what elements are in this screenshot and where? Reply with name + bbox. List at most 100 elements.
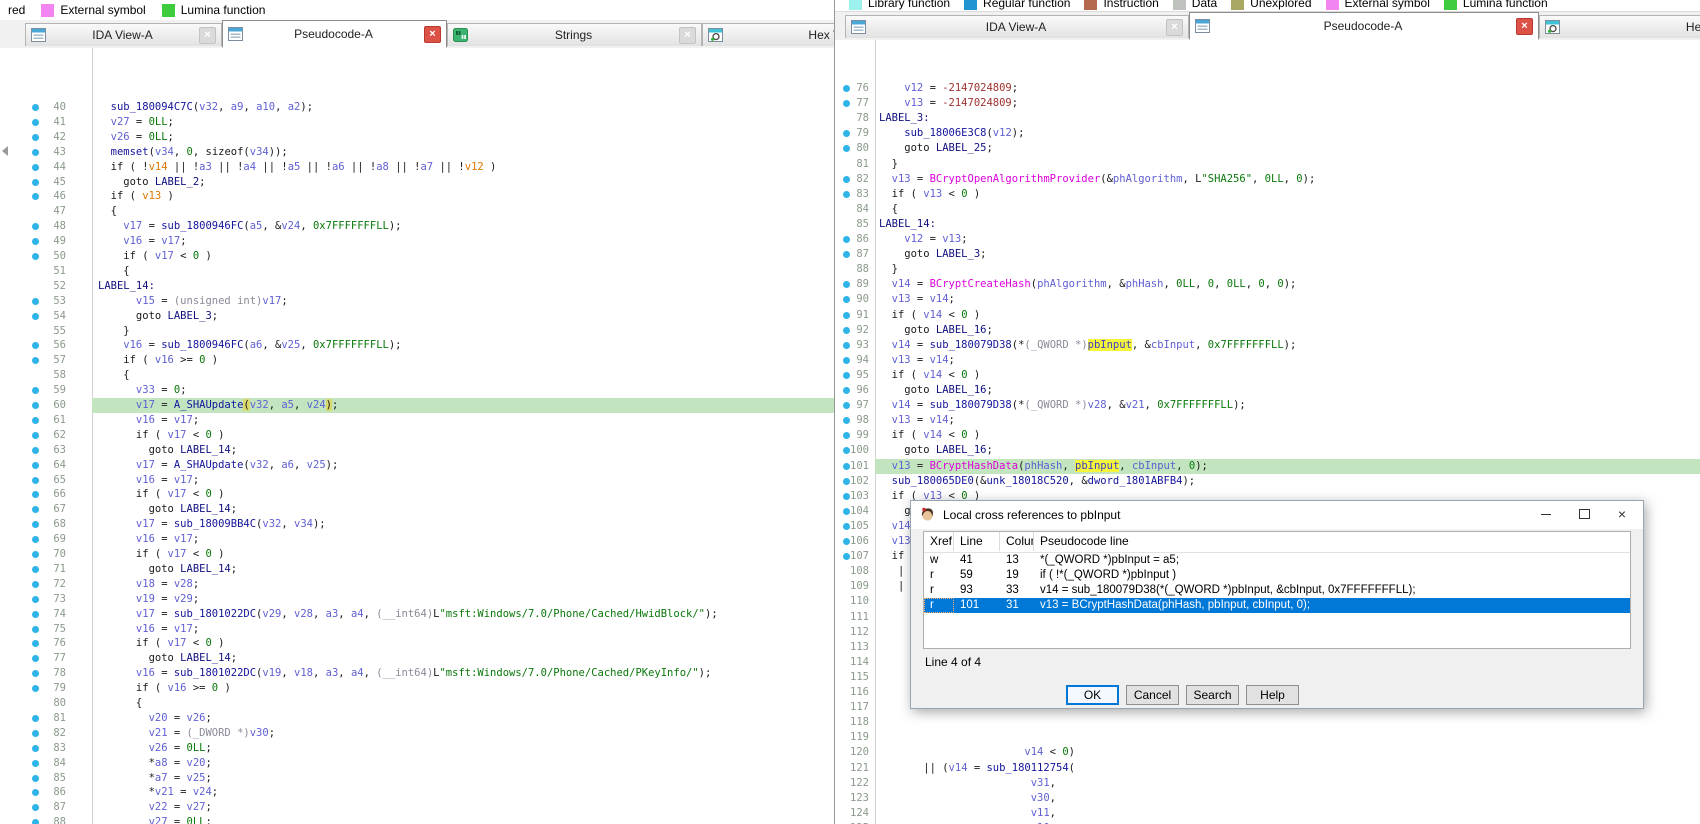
tab-strings[interactable]: Strings×: [447, 23, 702, 46]
code-line[interactable]: 79sub_18006E3C8(v12);: [835, 126, 1700, 141]
code-line[interactable]: 75v16 = v17;: [22, 622, 834, 637]
code-line[interactable]: 68v17 = sub_18009BB4C(v32, v34);: [22, 517, 834, 532]
tab-ida-view-a[interactable]: IDA View-A×: [25, 23, 222, 46]
code-line[interactable]: 61v16 = v17;: [22, 413, 834, 428]
code-line[interactable]: 90v13 = v14;: [835, 292, 1700, 307]
code-line[interactable]: 87goto LABEL_3;: [835, 247, 1700, 262]
dock-splitter[interactable]: [0, 48, 23, 824]
code-line[interactable]: 43memset(v34, 0, sizeof(v34));: [22, 145, 834, 160]
ok-button[interactable]: OK: [1066, 685, 1119, 705]
help-button[interactable]: Help: [1246, 685, 1299, 705]
code-line[interactable]: 40sub_180094C7C(v32, a9, a10, a2);: [22, 100, 834, 115]
code-line[interactable]: 76v12 = -2147024809;: [835, 81, 1700, 96]
code-line[interactable]: 85*a7 = v25;: [22, 771, 834, 786]
tab-hex-view-1[interactable]: Hex View-1: [702, 23, 834, 46]
code-line[interactable]: 46if ( v13 ): [22, 189, 834, 204]
code-line[interactable]: 44if ( !v14 || !a3 || !a4 || !a5 || !a6 …: [22, 160, 834, 175]
code-line[interactable]: 57if ( v16 >= 0 ): [22, 353, 834, 368]
code-line[interactable]: 85LABEL_14:: [835, 217, 1700, 232]
xref-row[interactable]: r10131v13 = BCryptHashData(phHash, pbInp…: [924, 598, 1630, 613]
code-line[interactable]: 86v12 = v13;: [835, 232, 1700, 247]
code-line[interactable]: 84*a8 = v20;: [22, 756, 834, 771]
dialog-titlebar[interactable]: Local cross references to pbInput ×: [911, 501, 1643, 529]
xref-row[interactable]: r5919if ( !*(_QWORD *)pbInput ): [924, 568, 1630, 583]
column-header-pseudocode-line[interactable]: Pseudocode line: [1034, 532, 1630, 551]
code-line[interactable]: 54goto LABEL_3;: [22, 309, 834, 324]
code-line[interactable]: 119: [835, 730, 1700, 745]
code-line[interactable]: 80goto LABEL_25;: [835, 141, 1700, 156]
tab-hex-view-1[interactable]: Hex View-1: [1539, 15, 1700, 38]
code-line[interactable]: 53v15 = (unsigned int)v17;: [22, 294, 834, 309]
code-line[interactable]: 66if ( v17 < 0 ): [22, 487, 834, 502]
xref-row[interactable]: w4113*(_QWORD *)pbInput = a5;: [924, 553, 1630, 568]
tab-close-icon[interactable]: ×: [679, 27, 696, 44]
maximize-icon[interactable]: [1565, 501, 1603, 527]
code-line[interactable]: 101v13 = BCryptHashData(phHash, pbInput,…: [835, 459, 1700, 474]
minimize-icon[interactable]: [1527, 501, 1565, 527]
code-line[interactable]: 41v27 = 0LL;: [22, 115, 834, 130]
code-line[interactable]: 49v16 = v17;: [22, 234, 834, 249]
code-line[interactable]: 122v31,: [835, 776, 1700, 791]
cancel-button[interactable]: Cancel: [1126, 685, 1179, 705]
code-line[interactable]: 100goto LABEL_16;: [835, 443, 1700, 458]
code-line[interactable]: 98v13 = v14;: [835, 413, 1700, 428]
code-line[interactable]: 82v21 = (_DWORD *)v30;: [22, 726, 834, 741]
code-line[interactable]: 79if ( v16 >= 0 ): [22, 681, 834, 696]
code-line[interactable]: 74v17 = sub_1801022DC(v29, v28, a3, a4, …: [22, 607, 834, 622]
tab-close-icon[interactable]: ×: [1166, 19, 1183, 36]
code-line[interactable]: 92goto LABEL_16;: [835, 323, 1700, 338]
code-line[interactable]: 59v33 = 0;: [22, 383, 834, 398]
code-line[interactable]: 73v19 = v29;: [22, 592, 834, 607]
code-line[interactable]: 87v22 = v27;: [22, 800, 834, 815]
code-line[interactable]: 121|| (v14 = sub_180112754(: [835, 761, 1700, 776]
code-line[interactable]: 91if ( v14 < 0 ): [835, 308, 1700, 323]
code-line[interactable]: 60v17 = A_SHAUpdate(v32, a5, v24);: [22, 398, 834, 413]
code-line[interactable]: 48v17 = sub_1800946FC(a5, &v24, 0x7FFFFF…: [22, 219, 834, 234]
tab-close-icon[interactable]: ×: [199, 27, 216, 44]
code-line[interactable]: 78LABEL_3:: [835, 111, 1700, 126]
code-line[interactable]: 72v18 = v28;: [22, 577, 834, 592]
code-line[interactable]: 88}: [835, 262, 1700, 277]
tab-ida-view-a[interactable]: IDA View-A×: [845, 15, 1189, 38]
code-line[interactable]: 77goto LABEL_14;: [22, 651, 834, 666]
code-line[interactable]: 42v26 = 0LL;: [22, 130, 834, 145]
code-line[interactable]: 64v17 = A_SHAUpdate(v32, a6, v25);: [22, 458, 834, 473]
code-line[interactable]: 51{: [22, 264, 834, 279]
code-line[interactable]: 65v16 = v17;: [22, 473, 834, 488]
code-line[interactable]: 86*v21 = v24;: [22, 785, 834, 800]
code-line[interactable]: 95if ( v14 < 0 ): [835, 368, 1700, 383]
code-line[interactable]: 118: [835, 715, 1700, 730]
code-line[interactable]: 69v16 = v17;: [22, 532, 834, 547]
code-line[interactable]: 93v14 = sub_180079D38(*(_QWORD *)pbInput…: [835, 338, 1700, 353]
code-line[interactable]: 81}: [835, 157, 1700, 172]
code-line[interactable]: 97v14 = sub_180079D38(*(_QWORD *)v28, &v…: [835, 398, 1700, 413]
code-line[interactable]: 76if ( v17 < 0 ): [22, 636, 834, 651]
column-header-line[interactable]: Line: [954, 532, 1000, 551]
code-line[interactable]: 81v20 = v26;: [22, 711, 834, 726]
code-line[interactable]: 80{: [22, 696, 834, 711]
tab-close-icon[interactable]: ×: [1516, 18, 1533, 35]
code-line[interactable]: 123v30,: [835, 791, 1700, 806]
code-line[interactable]: 52LABEL_14:: [22, 279, 834, 294]
code-line[interactable]: 99if ( v14 < 0 ): [835, 428, 1700, 443]
code-line[interactable]: 50if ( v17 < 0 ): [22, 249, 834, 264]
code-line[interactable]: 78v16 = sub_1801022DC(v19, v18, a3, a4, …: [22, 666, 834, 681]
code-line[interactable]: 71goto LABEL_14;: [22, 562, 834, 577]
code-line[interactable]: 120v14 < 0): [835, 745, 1700, 760]
tab-close-icon[interactable]: ×: [424, 26, 441, 43]
tab-pseudocode-a[interactable]: Pseudocode-A×: [222, 20, 447, 48]
code-line[interactable]: 88v27 = 0LL;: [22, 815, 834, 824]
xref-row[interactable]: r9333v14 = sub_180079D38(*(_QWORD *)pbIn…: [924, 583, 1630, 598]
code-line[interactable]: 70if ( v17 < 0 ): [22, 547, 834, 562]
code-line[interactable]: 84{: [835, 202, 1700, 217]
code-line[interactable]: 94v13 = v14;: [835, 353, 1700, 368]
code-line[interactable]: 124v11,: [835, 806, 1700, 821]
code-line[interactable]: 96goto LABEL_16;: [835, 383, 1700, 398]
code-line[interactable]: 77v13 = -2147024809;: [835, 96, 1700, 111]
code-line[interactable]: 58{: [22, 368, 834, 383]
code-line[interactable]: 83if ( v13 < 0 ): [835, 187, 1700, 202]
code-line[interactable]: 83v26 = 0LL;: [22, 741, 834, 756]
code-line[interactable]: 55}: [22, 324, 834, 339]
column-header-column[interactable]: Column: [1000, 532, 1034, 551]
code-line[interactable]: 67goto LABEL_14;: [22, 502, 834, 517]
